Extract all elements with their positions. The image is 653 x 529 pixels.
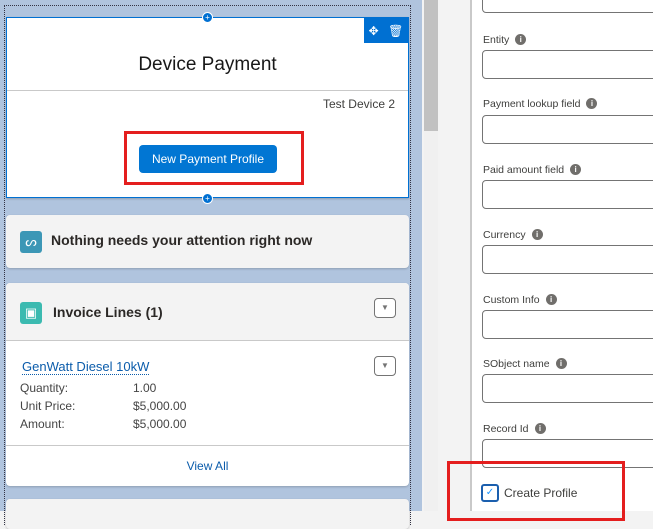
field-label: Payment lookup field i	[483, 98, 598, 110]
invoice-line-link[interactable]: GenWatt Diesel 10kW	[22, 359, 150, 375]
info-icon[interactable]: i	[555, 358, 567, 369]
field-label: Unit Price:	[20, 399, 76, 413]
payment-lookup-field-input[interactable]	[482, 115, 653, 144]
text-input[interactable]	[482, 0, 653, 13]
field-value: $5,000.00	[133, 417, 187, 431]
highlight-box	[124, 131, 304, 185]
card-header: ▣ Invoice Lines (1) ▼	[6, 283, 409, 341]
component-action-bar: ✥ 🗑	[364, 18, 408, 43]
move-icon[interactable]: ✥	[369, 24, 379, 38]
info-icon[interactable]: i	[531, 229, 543, 240]
label-text: Entity	[483, 34, 510, 46]
trash-icon[interactable]: 🗑	[388, 24, 403, 38]
attention-text: Nothing needs your attention right now	[51, 232, 313, 248]
field-label: Record Id i	[483, 423, 546, 435]
view-all-link[interactable]: View All	[6, 445, 409, 486]
properties-panel: Entity i Payment lookup field i Paid amoun…	[470, 0, 653, 511]
info-icon[interactable]: i	[534, 423, 546, 434]
field-value: 1.00	[133, 381, 157, 395]
page-canvas: ✥ 🗑 Device Payment Test Device 2 New Pay…	[0, 0, 422, 529]
highlight-box	[447, 461, 625, 521]
info-icon[interactable]: i	[515, 34, 527, 45]
field-label: Entity i	[483, 34, 527, 46]
info-icon[interactable]: i	[545, 294, 557, 305]
attention-card: ᔕ Nothing needs your attention right now	[6, 215, 409, 268]
label-text: Custom Info	[483, 294, 540, 306]
label-text: Paid amount field	[483, 164, 565, 176]
next-card	[6, 499, 409, 529]
money-icon: ▣	[20, 302, 42, 324]
info-icon[interactable]: i	[586, 98, 598, 109]
entity-input[interactable]	[482, 50, 653, 79]
invoice-lines-card: ▣ Invoice Lines (1) ▼ GenWatt Diesel 10k…	[6, 283, 409, 486]
scrollbar-thumb[interactable]	[424, 0, 438, 131]
label-text: Record Id	[483, 423, 529, 435]
field-label: Amount:	[20, 417, 65, 431]
component-title: Device Payment	[138, 54, 277, 75]
add-component-above-icon[interactable]: +	[202, 12, 213, 23]
device-name: Test Device 2	[322, 97, 395, 111]
chevron-down-icon[interactable]: ▼	[374, 298, 396, 318]
add-component-below-icon[interactable]: +	[202, 193, 213, 204]
row-actions-chevron-down-icon[interactable]: ▼	[374, 356, 396, 376]
field-label: Paid amount field i	[483, 164, 582, 176]
stethoscope-icon: ᔕ	[20, 231, 42, 253]
field-label: SObject name i	[483, 358, 567, 370]
currency-input[interactable]	[482, 245, 653, 274]
label-text: Currency	[483, 229, 526, 241]
label-text: Payment lookup field	[483, 98, 581, 110]
card-title[interactable]: Invoice Lines (1)	[53, 304, 163, 320]
info-icon[interactable]: i	[570, 164, 582, 175]
custom-info-input[interactable]	[482, 310, 653, 339]
field-label: Quantity:	[20, 381, 69, 395]
field-label: Currency i	[483, 229, 543, 241]
sobject-name-input[interactable]	[482, 374, 653, 403]
label-text: SObject name	[483, 358, 550, 370]
field-value: $5,000.00	[133, 399, 187, 413]
field-label: Custom Info i	[483, 294, 557, 306]
paid-amount-field-input[interactable]	[482, 180, 653, 209]
divider	[7, 90, 408, 91]
